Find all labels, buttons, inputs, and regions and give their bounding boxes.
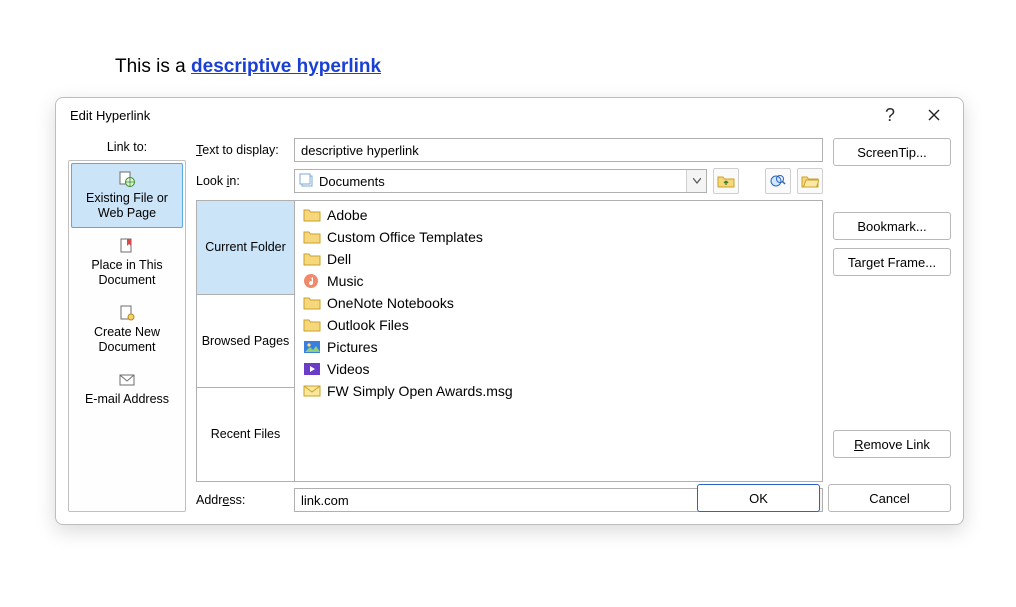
document-prefix: This is a <box>115 56 191 77</box>
look-in-value: Documents <box>319 174 686 189</box>
file-item-name: Videos <box>327 361 370 377</box>
cancel-button[interactable]: Cancel <box>828 484 951 512</box>
up-one-level-button[interactable] <box>713 168 739 194</box>
look-in-dropdown-arrow[interactable] <box>686 170 706 192</box>
chevron-down-icon <box>693 178 701 184</box>
bookmark-button[interactable]: Bookmark... <box>833 212 951 240</box>
file-item[interactable]: Music <box>297 270 820 292</box>
text-to-display-input[interactable] <box>294 138 823 162</box>
edit-hyperlink-dialog: Edit Hyperlink ? Link to: Existing File … <box>55 97 964 525</box>
document-text: This is a descriptive hyperlink <box>115 56 381 78</box>
link-to-place-in-doc[interactable]: Place in This Document <box>71 230 183 295</box>
look-in-label: Look in: <box>196 174 288 188</box>
file-item[interactable]: OneNote Notebooks <box>297 292 820 314</box>
target-frame-button[interactable]: Target Frame... <box>833 248 951 276</box>
link-to-existing-file[interactable]: Existing File or Web Page <box>71 163 183 228</box>
email-icon <box>118 371 136 389</box>
file-item[interactable]: FW Simply Open Awards.msg <box>297 380 820 402</box>
dialog-titlebar: Edit Hyperlink ? <box>56 98 963 132</box>
file-item[interactable] <box>297 402 820 414</box>
screentip-button[interactable]: ScreenTip... <box>833 138 951 166</box>
link-to-label-2: Create New Document <box>76 325 178 355</box>
text-to-display-label: Text to display: <box>196 143 288 157</box>
link-to-panel: Existing File or Web Page Place in This … <box>68 160 186 512</box>
ok-button[interactable]: OK <box>697 484 820 512</box>
close-button[interactable] <box>923 108 945 122</box>
file-item[interactable]: Dell <box>297 248 820 270</box>
file-item-name: Pictures <box>327 339 378 355</box>
file-item[interactable]: Adobe <box>297 204 820 226</box>
bookmark-page-icon <box>118 237 136 255</box>
folder-up-icon <box>717 173 735 189</box>
link-to-create-new[interactable]: Create New Document <box>71 297 183 362</box>
tab-browsed-pages[interactable]: Browsed Pages <box>197 295 294 389</box>
file-item-name: OneNote Notebooks <box>327 295 454 311</box>
tab-recent-files[interactable]: Recent Files <box>197 388 294 481</box>
link-to-label-3: E-mail Address <box>85 392 169 407</box>
document-hyperlink[interactable]: descriptive hyperlink <box>191 56 381 77</box>
file-item-name: Outlook Files <box>327 317 409 333</box>
remove-link-button[interactable]: Remove Link <box>833 430 951 458</box>
documents-folder-icon <box>299 173 315 189</box>
link-to-email[interactable]: E-mail Address <box>71 364 183 414</box>
file-item[interactable]: Outlook Files <box>297 314 820 336</box>
link-to-label: Link to: <box>68 138 186 160</box>
look-in-combo[interactable]: Documents <box>294 169 707 193</box>
file-item-name: Dell <box>327 251 351 267</box>
folder-open-icon <box>801 173 819 189</box>
web-search-icon <box>769 173 787 189</box>
help-button[interactable]: ? <box>885 105 895 126</box>
file-item-name: Adobe <box>327 207 367 223</box>
globe-page-icon <box>118 170 136 188</box>
dialog-title: Edit Hyperlink <box>70 108 150 123</box>
file-list[interactable]: Adobe Custom Office Templates Dell Music One… <box>294 200 823 482</box>
browse-file-button[interactable] <box>797 168 823 194</box>
file-item-name: Music <box>327 273 364 289</box>
address-label: Address: <box>196 493 288 507</box>
browse-tabs: Current Folder Browsed Pages Recent File… <box>196 200 294 482</box>
browse-web-button[interactable] <box>765 168 791 194</box>
new-doc-icon <box>118 304 136 322</box>
file-item-name: FW Simply Open Awards.msg <box>327 383 513 399</box>
tab-current-folder[interactable]: Current Folder <box>197 201 294 295</box>
file-item[interactable]: Pictures <box>297 336 820 358</box>
file-item-name: Custom Office Templates <box>327 229 483 245</box>
link-to-label-1: Place in This Document <box>76 258 178 288</box>
file-item[interactable]: Videos <box>297 358 820 380</box>
file-item[interactable]: Custom Office Templates <box>297 226 820 248</box>
link-to-label-0: Existing File or Web Page <box>76 191 178 221</box>
close-icon <box>927 108 941 122</box>
